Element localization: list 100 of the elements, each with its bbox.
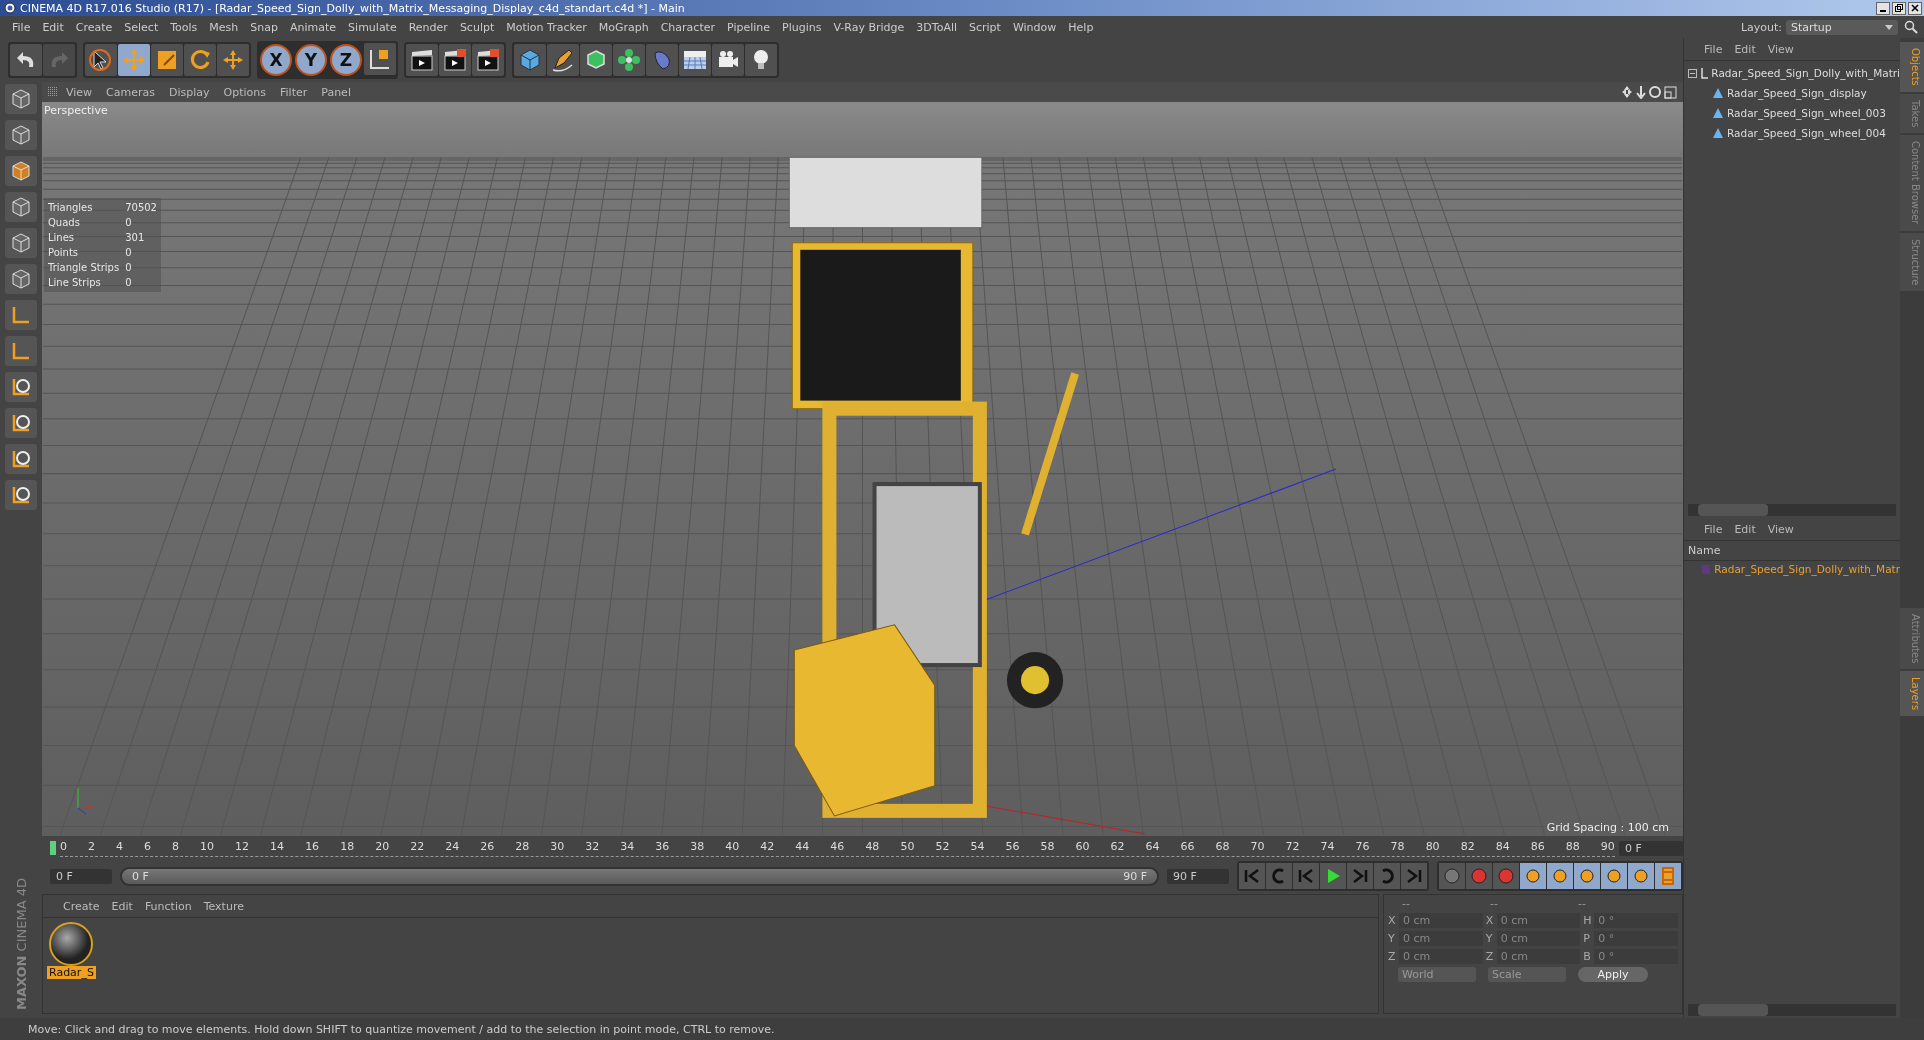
close-button[interactable]	[1908, 1, 1922, 15]
tool-button[interactable]	[184, 44, 216, 76]
keyframe-button[interactable]	[1601, 863, 1627, 889]
menu-item[interactable]: Create	[69, 20, 119, 34]
menu-item[interactable]: Edit	[36, 20, 70, 34]
size-field[interactable]: 0 cm	[1496, 949, 1581, 964]
object-menu-item[interactable]: File	[1698, 42, 1729, 56]
transform-mode-dropdown[interactable]: Scale	[1488, 967, 1566, 982]
mode-button[interactable]	[5, 336, 37, 366]
side-tab[interactable]: Objects	[1900, 42, 1924, 92]
viewport-menu-item[interactable]: Options	[217, 85, 272, 99]
range-fill[interactable]: 0 F 90 F	[122, 868, 1157, 884]
menu-item[interactable]: Window	[1006, 20, 1063, 34]
material-menu-item[interactable]: Edit	[105, 899, 139, 913]
axis-lock-button[interactable]: Y	[295, 44, 327, 76]
keyframe-button[interactable]	[1439, 863, 1465, 889]
create-object-button[interactable]	[580, 44, 612, 76]
tool-button[interactable]	[85, 44, 117, 76]
keyframe-button[interactable]	[1547, 863, 1573, 889]
layer-name[interactable]: Radar_Speed_Sign_Dolly_with_Matr	[1714, 563, 1900, 575]
rotation-field[interactable]: 0 °	[1594, 949, 1678, 964]
transport-button[interactable]	[1320, 863, 1346, 889]
menu-item[interactable]: Character	[654, 20, 721, 34]
mode-button[interactable]	[5, 444, 37, 474]
mode-button[interactable]	[5, 480, 37, 510]
menu-item[interactable]: Sculpt	[453, 20, 501, 34]
transport-button[interactable]	[1401, 863, 1427, 889]
layer-menu-item[interactable]: View	[1761, 522, 1800, 536]
keyframe-button[interactable]	[1628, 863, 1654, 889]
position-field[interactable]: 0 cm	[1399, 949, 1483, 964]
menu-item[interactable]: Select	[118, 20, 165, 34]
menu-item[interactable]: Script	[963, 20, 1007, 34]
material-name[interactable]: Radar_S	[47, 966, 96, 979]
current-frame-field[interactable]: 0 F	[1619, 840, 1683, 856]
axis-lock-button[interactable]: Z	[330, 44, 362, 76]
apply-button[interactable]: Apply	[1578, 967, 1648, 982]
menu-item[interactable]: Motion Tracker	[500, 20, 593, 34]
menu-item[interactable]: V-Ray Bridge	[827, 20, 911, 34]
position-field[interactable]: 0 cm	[1399, 931, 1483, 946]
keyframe-button[interactable]	[1493, 863, 1519, 889]
search-icon[interactable]	[1904, 20, 1918, 34]
tool-button[interactable]	[151, 44, 183, 76]
material-menu-item[interactable]: Function	[138, 899, 198, 913]
mode-button[interactable]	[5, 300, 37, 330]
keyframe-button[interactable]	[1466, 863, 1492, 889]
rotation-field[interactable]: 0 °	[1594, 913, 1678, 928]
menu-item[interactable]: Simulate	[342, 20, 403, 34]
material-menu-item[interactable]: Create	[57, 899, 106, 913]
create-object-button[interactable]	[679, 44, 711, 76]
object-menu-item[interactable]: Edit	[1728, 42, 1762, 56]
mode-button[interactable]	[5, 156, 37, 186]
material-menu-item[interactable]: Texture	[197, 899, 250, 913]
keyframe-button[interactable]	[1574, 863, 1600, 889]
menu-item[interactable]: Help	[1062, 20, 1100, 34]
transport-button[interactable]	[1239, 863, 1265, 889]
layer-menu-item[interactable]: Edit	[1728, 522, 1762, 536]
viewport-menu-item[interactable]: Display	[163, 85, 216, 99]
menu-item[interactable]: Snap	[244, 20, 284, 34]
menu-item[interactable]: Plugins	[776, 20, 828, 34]
viewport-menu-item[interactable]: Panel	[315, 85, 357, 99]
mode-button[interactable]	[5, 372, 37, 402]
transport-button[interactable]	[1293, 863, 1319, 889]
mode-button[interactable]	[5, 120, 37, 150]
create-object-button[interactable]	[646, 44, 678, 76]
size-field[interactable]: 0 cm	[1496, 931, 1581, 946]
axis-lock-button[interactable]: X	[260, 44, 292, 76]
viewport-menu-item[interactable]: Filter	[274, 85, 314, 99]
create-object-button[interactable]	[514, 44, 546, 76]
menu-item[interactable]: MoGraph	[592, 20, 655, 34]
menu-item[interactable]: Render	[402, 20, 454, 34]
side-tab[interactable]: Layers	[1900, 670, 1924, 716]
undo-button[interactable]	[10, 44, 42, 76]
mode-button[interactable]	[5, 264, 37, 294]
viewport-menu-item[interactable]: Cameras	[100, 85, 161, 99]
menu-item[interactable]: File	[6, 20, 37, 34]
object-menu-item[interactable]: View	[1761, 42, 1800, 56]
render-button[interactable]	[472, 44, 504, 76]
render-button[interactable]	[406, 44, 438, 76]
playhead-marker[interactable]	[50, 841, 56, 855]
create-object-button[interactable]	[712, 44, 744, 76]
menu-item[interactable]: 3DToAll	[910, 20, 963, 34]
menu-item[interactable]: Animate	[284, 20, 343, 34]
object-name[interactable]: Radar_Speed_Sign_wheel_003	[1727, 107, 1886, 119]
horizontal-scrollbar[interactable]	[1688, 504, 1896, 516]
object-name[interactable]: Radar_Speed_Sign_wheel_004	[1727, 127, 1886, 139]
horizontal-scrollbar[interactable]	[1688, 1004, 1896, 1016]
transport-button[interactable]	[1374, 863, 1400, 889]
start-frame-field[interactable]: 0 F	[50, 868, 112, 884]
object-name[interactable]: Radar_Speed_Sign_Dolly_with_Matri	[1711, 67, 1900, 79]
expand-toggle[interactable]	[1688, 68, 1697, 78]
navigation-icons[interactable]	[1621, 85, 1677, 99]
render-button[interactable]	[439, 44, 471, 76]
menu-item[interactable]: Tools	[164, 20, 204, 34]
rotation-field[interactable]: 0 °	[1594, 931, 1678, 946]
transport-button[interactable]	[1347, 863, 1373, 889]
layer-menu-item[interactable]: File	[1698, 522, 1729, 536]
mode-button[interactable]	[5, 228, 37, 258]
layout-dropdown[interactable]: Startup	[1786, 19, 1898, 35]
menu-item[interactable]: Pipeline	[721, 20, 777, 34]
menu-item[interactable]: Mesh	[203, 20, 245, 34]
